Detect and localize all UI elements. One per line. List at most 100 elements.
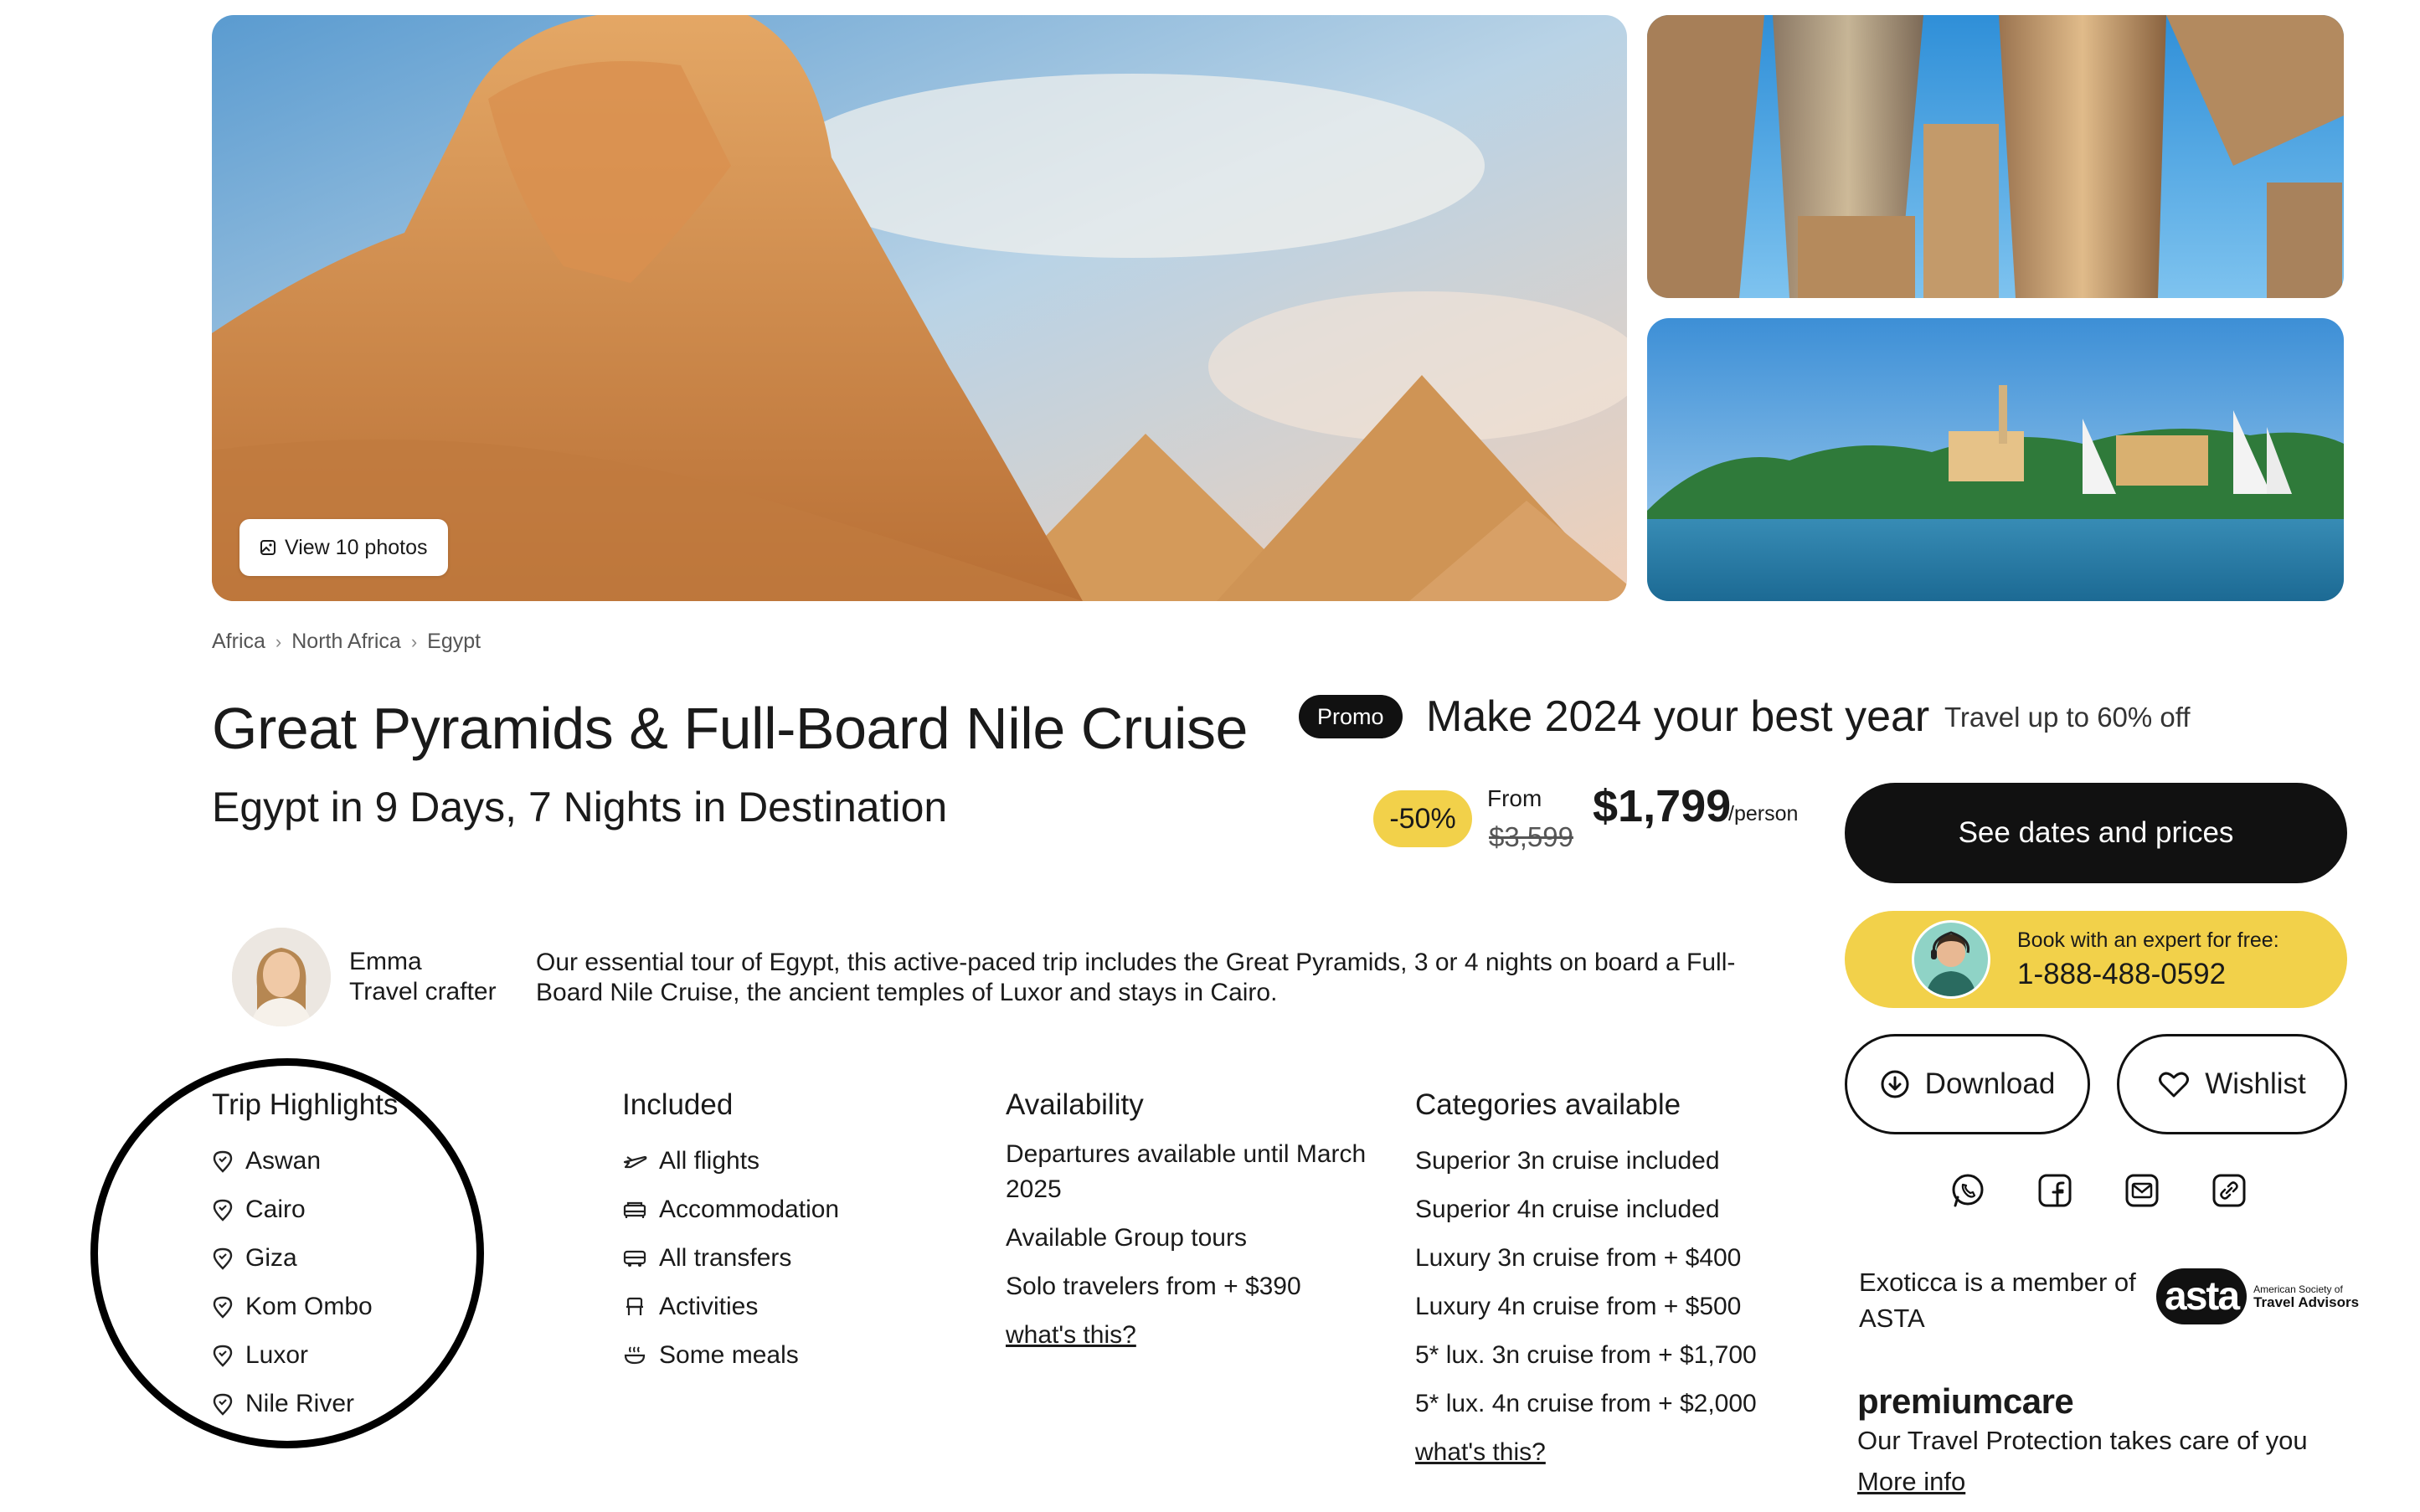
premiumcare-title: premiumcare (1857, 1381, 2074, 1421)
chevron-right-icon: › (410, 630, 418, 652)
karnak-columns-image (1647, 15, 2344, 298)
list-item: Kom Ombo (212, 1283, 373, 1331)
promo-headline: Make 2024 your best year (1426, 692, 1930, 741)
list-item: Superior 3n cruise included (1415, 1147, 1720, 1175)
bottom-photo[interactable] (1647, 318, 2344, 601)
facebook-icon[interactable] (2036, 1172, 2073, 1209)
list-item: Solo travelers from + $390 (1006, 1273, 1301, 1300)
availability-title: Availability (1006, 1088, 1144, 1121)
asta-caption-small: American Society of (2253, 1283, 2343, 1295)
trip-description: Our essential tour of Egypt, this active… (536, 949, 1736, 1006)
link-icon[interactable] (2211, 1172, 2248, 1209)
list-item: Giza (212, 1234, 373, 1283)
asta-caption-bold: Travel Advisors (2253, 1293, 2360, 1310)
expert-phone-link[interactable]: 1-888-488-0592 (2017, 958, 2279, 991)
gallery-icon (260, 539, 276, 556)
chevron-right-icon: › (275, 630, 282, 652)
book-with-expert-box[interactable]: Book with an expert for free: 1-888-488-… (1845, 911, 2347, 1008)
main-photo[interactable] (212, 15, 1627, 601)
highlight-label: Aswan (245, 1147, 322, 1175)
highlight-label: Nile River (245, 1390, 355, 1417)
location-pin-icon (212, 1392, 234, 1416)
trip-highlights-title: Trip Highlights (212, 1088, 399, 1121)
view-photos-label: View 10 photos (285, 535, 428, 559)
price-from-label: From (1487, 785, 1542, 811)
location-pin-icon (212, 1295, 234, 1319)
top-photo[interactable] (1647, 15, 2344, 298)
list-item: 5* lux. 4n cruise from + $2,000 (1415, 1390, 1757, 1417)
premiumcare-description: Our Travel Protection takes care of you (1857, 1426, 2308, 1455)
list-item: All flights (622, 1137, 839, 1185)
included-label: Activities (659, 1293, 759, 1320)
nile-aswan-image (1647, 318, 2344, 601)
asta-member-text: Exoticca is a member of ASTA (1859, 1268, 2136, 1333)
list-item: Accommodation (622, 1185, 839, 1234)
location-pin-icon (212, 1247, 234, 1270)
promo-subtext: Travel up to 60% off (1944, 702, 2191, 733)
availability-list: Departures available until March 2025 Av… (1006, 1130, 1391, 1360)
asta-mark: asta (2156, 1268, 2248, 1324)
list-item: All transfers (622, 1234, 839, 1283)
download-icon (1880, 1069, 1910, 1099)
list-item: Departures available until March 2025 (1006, 1140, 1367, 1203)
list-item: Luxury 3n cruise from + $400 (1415, 1244, 1742, 1272)
whats-this-link[interactable]: what's this? (1415, 1428, 1757, 1477)
activity-icon (622, 1296, 647, 1318)
trip-highlights-list: Aswan Cairo Giza Kom Ombo Luxor Nile Riv… (212, 1137, 373, 1428)
highlight-label: Luxor (245, 1341, 309, 1369)
breadcrumb-item-north-africa[interactable]: North Africa (291, 630, 401, 654)
list-item: 5* lux. 3n cruise from + $1,700 (1415, 1341, 1757, 1369)
whats-this-link[interactable]: what's this? (1006, 1311, 1391, 1360)
highlight-label: Cairo (245, 1196, 306, 1223)
highlight-label: Giza (245, 1244, 297, 1272)
promo-badge: Promo (1299, 695, 1403, 738)
share-row (1949, 1172, 2248, 1209)
highlight-label: Kom Ombo (245, 1293, 373, 1320)
view-photos-button[interactable]: View 10 photos (239, 519, 448, 576)
email-icon[interactable] (2124, 1172, 2160, 1209)
breadcrumb-item-africa[interactable]: Africa (212, 630, 265, 654)
whatsapp-icon[interactable] (1949, 1172, 1986, 1209)
plane-icon (622, 1150, 647, 1172)
location-pin-icon (212, 1344, 234, 1367)
categories-title: Categories available (1415, 1088, 1681, 1121)
included-label: Some meals (659, 1341, 799, 1369)
meal-icon (622, 1345, 647, 1366)
old-price: $3,599 (1489, 821, 1573, 852)
wishlist-button[interactable]: Wishlist (2117, 1034, 2347, 1134)
breadcrumb: Africa › North Africa › Egypt (212, 630, 481, 654)
download-button[interactable]: Download (1845, 1034, 2090, 1134)
crafter-name: Emma (349, 948, 422, 975)
list-item: Some meals (622, 1331, 839, 1380)
sphinx-image (212, 15, 1627, 601)
included-title: Included (622, 1088, 734, 1121)
wishlist-label: Wishlist (2205, 1067, 2306, 1100)
crafter-role: Travel crafter (349, 978, 497, 1005)
current-price: $1,799 (1593, 781, 1732, 831)
location-pin-icon (212, 1149, 234, 1173)
list-item: Luxury 4n cruise from + $500 (1415, 1293, 1742, 1320)
expert-label: Book with an expert for free: (2017, 928, 2279, 952)
list-item: Aswan (212, 1137, 373, 1185)
download-label: Download (1924, 1067, 2056, 1100)
list-item: Available Group tours (1006, 1224, 1247, 1252)
heart-icon (2158, 1070, 2190, 1098)
crafter-avatar (232, 928, 331, 1026)
breadcrumb-item-egypt[interactable]: Egypt (427, 630, 481, 654)
bed-icon (622, 1199, 647, 1221)
bus-icon (622, 1247, 647, 1269)
included-list: All flights Accommodation All transfers … (622, 1137, 839, 1380)
categories-list: Superior 3n cruise included Superior 4n … (1415, 1137, 1757, 1477)
page-title: Great Pyramids & Full-Board Nile Cruise (212, 696, 1248, 761)
list-item: Cairo (212, 1185, 373, 1234)
included-label: All flights (659, 1147, 760, 1175)
price-unit: /person (1728, 802, 1799, 825)
list-item: Nile River (212, 1380, 373, 1428)
see-dates-button[interactable]: See dates and prices (1845, 783, 2347, 883)
page-subtitle: Egypt in 9 Days, 7 Nights in Destination (212, 784, 948, 831)
premiumcare-more-info-link[interactable]: More info (1857, 1467, 1965, 1497)
discount-badge: -50% (1373, 790, 1472, 847)
list-item: Superior 4n cruise included (1415, 1196, 1720, 1223)
location-pin-icon (212, 1198, 234, 1221)
asta-logo: asta American Society of Travel Advisors (2156, 1268, 2359, 1324)
